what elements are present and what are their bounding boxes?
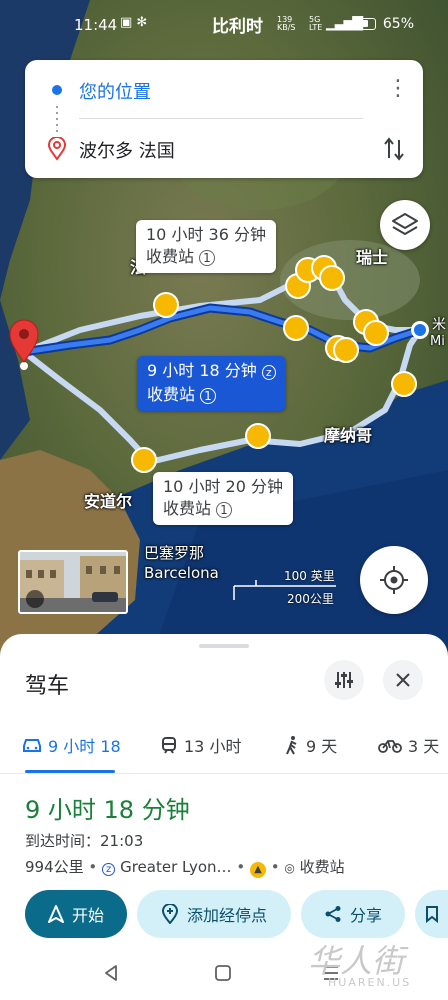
low-emission-zone-icon: z (261, 365, 276, 380)
route-details: 994公里 • z Greater Lyon… • ▲ • ◎ 收费站 (25, 858, 345, 878)
origin-dot-icon (52, 85, 62, 95)
tab-cycling[interactable]: 3 天 (378, 730, 439, 760)
sheet-title: 驾车 (25, 674, 70, 699)
route-via: Greater Lyon… (120, 858, 232, 876)
swap-route-button[interactable] (383, 134, 405, 164)
route-callout-selected[interactable]: 9 小时 18 分钟 z 收费站 1 (137, 356, 286, 411)
more-options-button[interactable]: ⋮ (387, 74, 409, 104)
route-time: 9 小时 18 分钟 (147, 361, 257, 380)
destination-pin-outline-icon (47, 137, 67, 161)
tab-walking[interactable]: 9 天 (284, 730, 337, 760)
tab-driving-label: 9 小时 18 (48, 737, 121, 756)
tab-driving[interactable]: 9 小时 18 (22, 730, 121, 760)
directions-search-card: 您的位置 波尔多 法国 ⋮ (25, 60, 423, 178)
place-label-barcelona-en: Barcelona (144, 564, 219, 582)
status-network: 5G LTE (309, 16, 322, 32)
warning-icon: ▲ (249, 862, 266, 878)
tab-transit[interactable]: 13 小时 (160, 730, 241, 760)
layers-button[interactable] (380, 200, 430, 250)
status-speed-unit: KB/S (277, 23, 296, 32)
scale-top-label: 100 英里 (284, 569, 335, 583)
share-icon (325, 906, 341, 922)
back-icon[interactable] (102, 964, 120, 982)
crosshair-icon (380, 566, 408, 594)
watermark-sub: HUAREN.US (328, 976, 412, 989)
bookmark-icon (425, 906, 438, 923)
tune-icon (335, 672, 353, 688)
tab-cycling-label: 3 天 (408, 737, 440, 756)
bike-icon (378, 740, 402, 753)
route-toll-label: 收费站 (146, 247, 195, 266)
status-center-text: 比利时 (212, 17, 263, 37)
low-emission-zone-icon: z (102, 863, 116, 876)
more-vert-icon: ⋮ (387, 76, 409, 101)
share-button[interactable]: 分享 (301, 890, 405, 938)
close-icon (396, 673, 410, 687)
navigation-arrow-icon (47, 905, 64, 923)
route-duration: 9 小时 18 分钟 (25, 796, 190, 824)
walk-icon (286, 736, 297, 755)
scale-bottom-label: 200公里 (287, 592, 334, 606)
share-button-label: 分享 (349, 906, 382, 925)
street-view-thumbnail[interactable] (18, 550, 128, 614)
status-network-sub: LTE (309, 23, 323, 32)
destination-field[interactable]: 波尔多 法国 (25, 119, 423, 177)
route-distance: 994公里 (25, 858, 84, 876)
route-toll-label: 收费站 (147, 385, 196, 404)
destination-text: 波尔多 法国 (79, 141, 175, 162)
place-label-monaco: 摩纳哥 (324, 426, 373, 445)
route-options-button[interactable] (324, 660, 364, 700)
route-time: 10 小时 36 分钟 (146, 225, 266, 244)
place-label-barcelona-cn: 巴塞罗那 (144, 544, 205, 562)
battery-icon (352, 18, 376, 30)
add-stop-button-label: 添加经停点 (186, 906, 267, 925)
car-icon (23, 739, 41, 752)
origin-dot (411, 321, 429, 339)
info-icon: 1 (216, 502, 232, 518)
sheet-drag-handle[interactable] (199, 644, 249, 648)
arrival-time: 21:03 (100, 832, 144, 850)
route-callout-north[interactable]: 10 小时 36 分钟 收费站 1 (136, 220, 276, 273)
tab-walking-label: 9 天 (306, 737, 338, 756)
my-location-button[interactable] (360, 546, 428, 614)
arrival-info: 到达时间：21:03 (25, 830, 143, 851)
status-time: 11:44 (74, 16, 118, 34)
add-location-icon (161, 904, 178, 924)
start-button[interactable]: 开始 (25, 890, 127, 938)
route-callout-south[interactable]: 10 小时 20 分钟 收费站 1 (153, 472, 293, 525)
place-label-milan-cn: 米 (432, 317, 446, 333)
add-stop-button[interactable]: 添加经停点 (137, 890, 291, 938)
tab-transit-label: 13 小时 (184, 737, 242, 756)
origin-field[interactable]: 您的位置 (25, 60, 423, 118)
place-label-andorra: 安道尔 (84, 492, 133, 511)
origin-text: 您的位置 (79, 82, 151, 103)
close-button[interactable] (383, 660, 423, 700)
start-button-label: 开始 (71, 906, 104, 925)
status-speed: 139 KB/S (277, 16, 296, 32)
arrival-label: 到达时间： (25, 832, 101, 850)
route-time: 10 小时 20 分钟 (163, 477, 283, 496)
route-toll: 收费站 (299, 858, 345, 876)
info-icon: 1 (200, 388, 216, 404)
place-label-milan-en: Mi (430, 334, 445, 349)
watermark-logo: 华人街 HUAREN.US (300, 934, 448, 998)
tabs-divider (0, 773, 448, 774)
train-icon (162, 737, 176, 754)
toll-icon: ◎ (284, 861, 295, 875)
battery-percent: 65% (382, 16, 414, 32)
save-button-partial[interactable] (415, 890, 448, 938)
info-icon: 1 (199, 250, 215, 266)
route-toll-label: 收费站 (163, 499, 212, 518)
street-view-icon (26, 590, 44, 608)
notification-icon: ▣ ✻ (120, 15, 148, 30)
layers-icon (392, 213, 418, 235)
home-icon[interactable] (214, 964, 232, 982)
swap-vert-icon (384, 137, 404, 161)
status-bar: 11:44 ▣ ✻ 比利时 139 KB/S 5G LTE ▁▃▅▇ 65% (0, 0, 448, 48)
